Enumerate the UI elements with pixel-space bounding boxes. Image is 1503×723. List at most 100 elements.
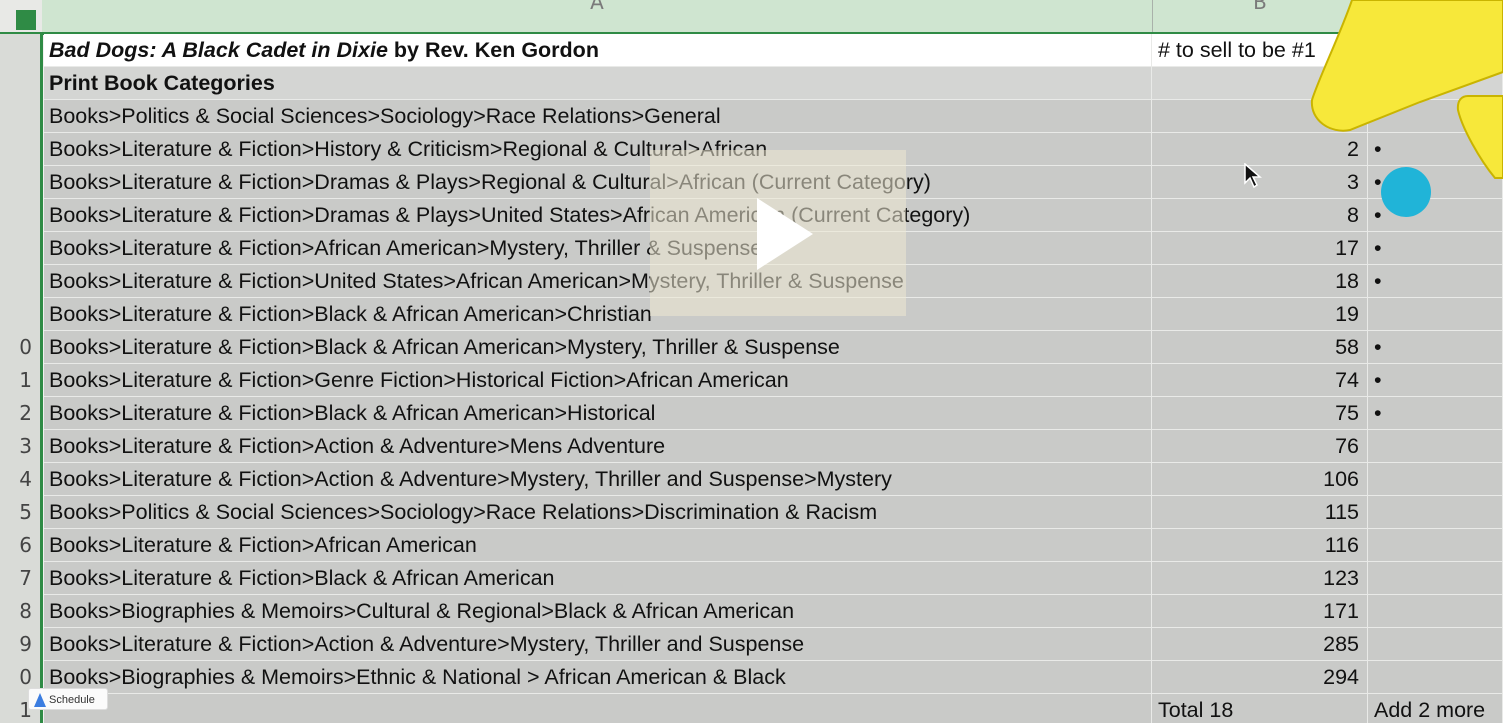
- play-icon[interactable]: [757, 198, 813, 270]
- table-row: 9 Books>Literature & Fiction>Action & Adv…: [0, 628, 1503, 661]
- row-number[interactable]: 4: [0, 463, 36, 496]
- category-cell[interactable]: Books>Politics & Social Sciences>Sociolo…: [44, 100, 1152, 133]
- rank-value-cell[interactable]: 74: [1152, 364, 1368, 397]
- row-number[interactable]: [0, 199, 36, 232]
- column-header-a[interactable]: A: [42, 0, 1153, 32]
- rank-value-cell[interactable]: 58: [1152, 331, 1368, 364]
- rank-value-cell[interactable]: 171: [1152, 595, 1368, 628]
- marker-cell[interactable]: •: [1368, 265, 1503, 298]
- rank-value-cell[interactable]: 294: [1152, 661, 1368, 694]
- cell-c[interactable]: [1368, 34, 1503, 67]
- row-number[interactable]: [0, 166, 36, 199]
- column-letter-a: A: [590, 0, 604, 14]
- marker-cell[interactable]: [1368, 496, 1503, 529]
- row-number[interactable]: 8: [0, 595, 36, 628]
- row-number[interactable]: [0, 232, 36, 265]
- table-row: 4 Books>Literature & Fiction>Action & Adv…: [0, 463, 1503, 496]
- click-indicator-dot: [1381, 167, 1431, 217]
- marker-cell[interactable]: [1368, 298, 1503, 331]
- column-header-b[interactable]: B: [1153, 0, 1368, 32]
- rank-value-cell[interactable]: 115: [1152, 496, 1368, 529]
- rank-value-cell[interactable]: 123: [1152, 562, 1368, 595]
- select-all-corner[interactable]: [16, 10, 36, 30]
- row-number[interactable]: 5: [0, 496, 36, 529]
- row-number[interactable]: [0, 34, 36, 67]
- category-cell[interactable]: Books>Literature & Fiction>Black & Afric…: [44, 397, 1152, 430]
- row-number[interactable]: 7: [0, 562, 36, 595]
- footer-row: 1 Total 18 Add 2 more: [0, 694, 1503, 723]
- category-cell[interactable]: Books>Biographies & Memoirs>Ethnic & Nat…: [44, 661, 1152, 694]
- marker-cell[interactable]: [1368, 100, 1503, 133]
- rank-value-cell[interactable]: 106: [1152, 463, 1368, 496]
- row-number[interactable]: [0, 67, 36, 100]
- rank-value-cell[interactable]: 116: [1152, 529, 1368, 562]
- row-number[interactable]: 9: [0, 628, 36, 661]
- category-cell[interactable]: Books>Literature & Fiction>United States…: [44, 265, 1152, 298]
- row-number[interactable]: 1: [0, 364, 36, 397]
- category-cell[interactable]: Books>Literature & Fiction>Dramas & Play…: [44, 199, 1152, 232]
- category-cell[interactable]: Books>Literature & Fiction>Action & Adve…: [44, 430, 1152, 463]
- category-cell[interactable]: Books>Literature & Fiction>African Ameri…: [44, 232, 1152, 265]
- rank-value-cell[interactable]: 285: [1152, 628, 1368, 661]
- marker-cell[interactable]: •: [1368, 232, 1503, 265]
- category-cell[interactable]: Books>Literature & Fiction>Action & Adve…: [44, 628, 1152, 661]
- column-header-c[interactable]: [1368, 0, 1503, 32]
- row-number[interactable]: [0, 133, 36, 166]
- table-row: 0 Books>Biographies & Memoirs>Ethnic & Na…: [0, 661, 1503, 694]
- category-cell[interactable]: Books>Politics & Social Sciences>Sociolo…: [44, 496, 1152, 529]
- marker-cell[interactable]: [1368, 595, 1503, 628]
- category-cell[interactable]: Books>Literature & Fiction>Genre Fiction…: [44, 364, 1152, 397]
- rank-value-cell[interactable]: 18: [1152, 265, 1368, 298]
- row-number[interactable]: [0, 100, 36, 133]
- row-number[interactable]: 0: [0, 331, 36, 364]
- row-number[interactable]: [0, 265, 36, 298]
- rank-value-cell[interactable]: 2: [1152, 133, 1368, 166]
- category-header-row: Print Book Categories: [0, 67, 1503, 100]
- category-cell[interactable]: Books>Literature & Fiction>Action & Adve…: [44, 463, 1152, 496]
- table-row: 0 Books>Literature & Fiction>Black & Afri…: [0, 331, 1503, 364]
- column-b-header-cell[interactable]: # to sell to be #1: [1152, 34, 1368, 67]
- row-number[interactable]: [0, 298, 36, 331]
- marker-cell[interactable]: •: [1368, 364, 1503, 397]
- table-row: Books>Politics & Social Sciences>Sociolo…: [0, 100, 1503, 133]
- marker-cell[interactable]: [1368, 430, 1503, 463]
- category-cell[interactable]: Books>Literature & Fiction>Black & Afric…: [44, 562, 1152, 595]
- category-cell[interactable]: Books>Literature & Fiction>Dramas & Play…: [44, 166, 1152, 199]
- table-row: 1 Books>Literature & Fiction>Genre Fictio…: [0, 364, 1503, 397]
- title-cell[interactable]: Bad Dogs: A Black Cadet in Dixie by Rev.…: [44, 34, 1152, 67]
- title-row: Bad Dogs: A Black Cadet in Dixie by Rev.…: [0, 34, 1503, 67]
- rank-value-cell[interactable]: 19: [1152, 298, 1368, 331]
- row-number[interactable]: 2: [0, 397, 36, 430]
- category-cell[interactable]: Books>Literature & Fiction>Black & Afric…: [44, 331, 1152, 364]
- marker-cell[interactable]: [1368, 562, 1503, 595]
- marker-cell[interactable]: [1368, 463, 1503, 496]
- cell-b[interactable]: [1152, 67, 1368, 100]
- category-cell[interactable]: Books>Literature & Fiction>History & Cri…: [44, 133, 1152, 166]
- category-cell[interactable]: Books>Literature & Fiction>African Ameri…: [44, 529, 1152, 562]
- category-cell[interactable]: Books>Biographies & Memoirs>Cultural & R…: [44, 595, 1152, 628]
- rank-value-cell[interactable]: 17: [1152, 232, 1368, 265]
- marker-cell[interactable]: [1368, 529, 1503, 562]
- row-number[interactable]: 6: [0, 529, 36, 562]
- total-cell[interactable]: Total 18: [1152, 694, 1368, 723]
- marker-cell[interactable]: •: [1368, 331, 1503, 364]
- rank-value-cell[interactable]: 8: [1152, 199, 1368, 232]
- add-more-cell[interactable]: Add 2 more: [1368, 694, 1503, 723]
- marker-cell[interactable]: •: [1368, 133, 1503, 166]
- rank-value-cell[interactable]: 75: [1152, 397, 1368, 430]
- marker-cell[interactable]: [1368, 661, 1503, 694]
- table-row: 6 Books>Literature & Fiction>African Amer…: [0, 529, 1503, 562]
- cell-a[interactable]: [44, 694, 1152, 723]
- rank-value-cell[interactable]: 76: [1152, 430, 1368, 463]
- row-number[interactable]: 3: [0, 430, 36, 463]
- schedule-badge[interactable]: Schedule: [28, 688, 108, 710]
- table-row: 5 Books>Politics & Social Sciences>Sociol…: [0, 496, 1503, 529]
- category-header-cell[interactable]: Print Book Categories: [44, 67, 1152, 100]
- marker-cell[interactable]: •: [1368, 397, 1503, 430]
- table-row: 8 Books>Biographies & Memoirs>Cultural & …: [0, 595, 1503, 628]
- book-title: Bad Dogs: A Black Cadet in Dixie: [49, 38, 388, 62]
- category-cell[interactable]: Books>Literature & Fiction>Black & Afric…: [44, 298, 1152, 331]
- cell-c[interactable]: [1368, 67, 1503, 100]
- marker-cell[interactable]: [1368, 628, 1503, 661]
- rank-value-cell[interactable]: [1152, 100, 1368, 133]
